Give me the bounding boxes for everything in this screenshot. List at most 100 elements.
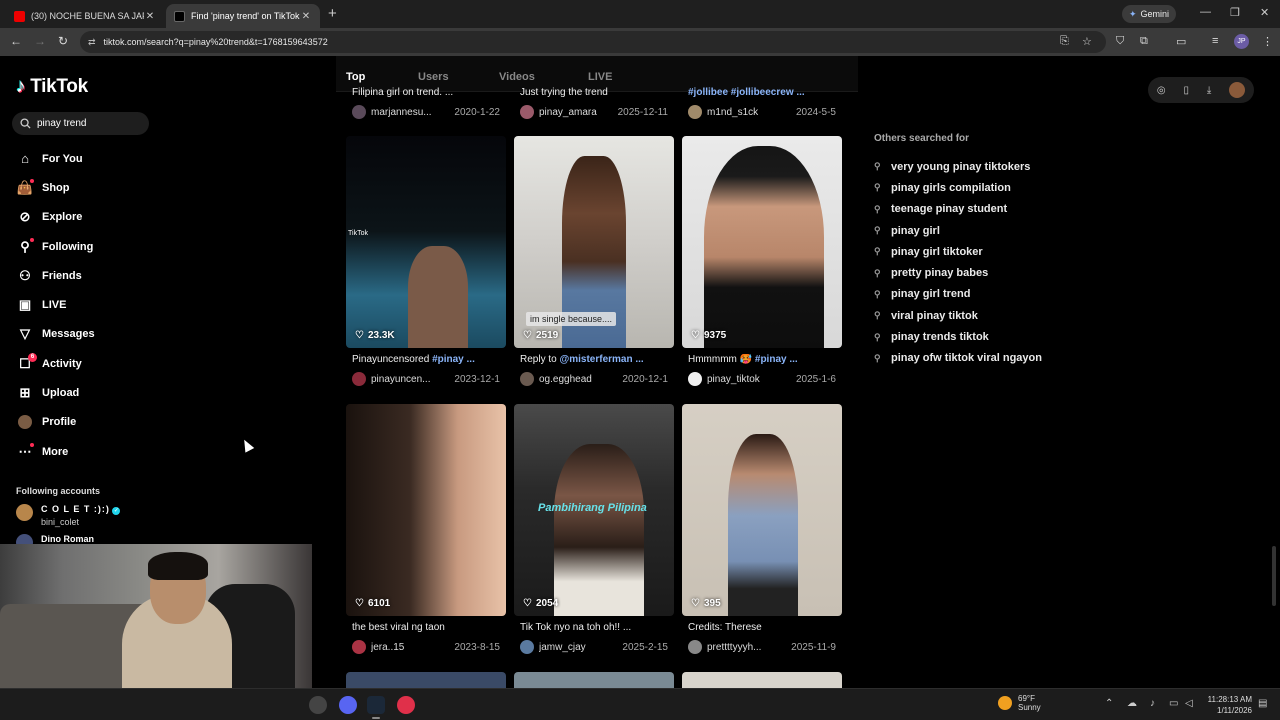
download-icon[interactable]: ⤓	[1207, 85, 1211, 96]
nav-explore[interactable]: ⊘ Explore	[16, 203, 95, 232]
hashtag-link[interactable]: #pinay ...	[432, 354, 475, 365]
nav-shop[interactable]: 👜 Shop	[16, 173, 95, 202]
close-tab-icon[interactable]: ✕	[300, 11, 312, 22]
tiktok-logo[interactable]: ♪ TikTok	[16, 76, 88, 98]
media-controls-icon[interactable]: ≡	[1212, 35, 1218, 47]
hashtag-link[interactable]: #pinay ...	[755, 354, 798, 365]
forward-icon[interactable]: →	[34, 34, 46, 48]
phone-icon[interactable]: ▯	[1183, 85, 1189, 96]
tab-live[interactable]: LIVE	[588, 71, 612, 83]
steam-icon[interactable]	[367, 696, 385, 719]
nav-profile[interactable]: Profile	[16, 408, 95, 437]
cast-icon[interactable]: ▭	[1176, 35, 1186, 48]
following-account[interactable]: C O L E T :):) ✓ bini_colet	[16, 504, 121, 527]
tab-label: Find 'pinay trend' on TikTok | Ti	[191, 11, 300, 21]
video-card[interactable]: ♡ 9375 Hmmmmm 🥵 #pinay ... pinay_tiktok 20…	[682, 136, 842, 386]
video-thumbnail-partial[interactable]	[514, 672, 674, 688]
discord-icon[interactable]	[339, 696, 357, 714]
related-search-item[interactable]: ⚲ pinay girls compilation	[874, 177, 1042, 198]
back-icon[interactable]: ←	[10, 34, 22, 48]
nav-messages[interactable]: ▽ Messages	[16, 320, 95, 349]
onedrive-icon[interactable]: ☁	[1127, 698, 1137, 709]
video-card-partial[interactable]: Just trying the trend pinay_amara 2025-12…	[514, 85, 674, 119]
tab-videos[interactable]: Videos	[499, 71, 535, 83]
tab-users[interactable]: Users	[418, 71, 449, 83]
nav-more[interactable]: ⋯ More	[16, 437, 95, 466]
video-thumbnail[interactable]: ♡ 9375	[682, 136, 842, 348]
gemini-button[interactable]: ✦ Gemini	[1122, 5, 1176, 23]
close-tab-icon[interactable]: ✕	[144, 11, 156, 22]
browser-tab-tiktok[interactable]: Find 'pinay trend' on TikTok | Ti ✕	[166, 4, 320, 28]
related-search-item[interactable]: ⚲ pinay ofw tiktok viral ngayon	[874, 348, 1042, 369]
video-username[interactable]: pinay_tiktok	[707, 374, 796, 385]
video-thumbnail[interactable]: im single because.... ♡ 2519	[514, 136, 674, 348]
related-search-item[interactable]: ⚲ viral pinay tiktok	[874, 305, 1042, 326]
nav-friends[interactable]: ⚇ Friends	[16, 261, 95, 290]
video-card[interactable]: TikTok ♡ 23.3K Pinayuncensored #pinay ...…	[346, 136, 506, 386]
video-thumbnail-partial[interactable]	[682, 672, 842, 688]
install-app-icon[interactable]: ⎘	[1060, 35, 1069, 48]
video-card[interactable]: im single because.... ♡ 2519 Reply to @mi…	[514, 136, 674, 386]
url-bar[interactable]: ⇄ tiktok.com/search?q=pinay%20trend&t=17…	[80, 31, 1106, 53]
video-thumbnail[interactable]: TikTok ♡ 23.3K	[346, 136, 506, 348]
video-card[interactable]: Pambihirang Pilipina ♡ 2054 Tik Tok nyo n…	[514, 404, 674, 654]
shield-extension-icon[interactable]: ⛉	[1116, 35, 1124, 48]
profile-avatar[interactable]: JP	[1234, 34, 1249, 49]
volume-icon[interactable]: ◁	[1185, 698, 1193, 709]
video-thumbnail[interactable]: ♡ 395	[682, 404, 842, 616]
coin-icon[interactable]: ◎	[1157, 85, 1166, 96]
video-username[interactable]: jamw_cjay	[539, 642, 622, 653]
related-search-item[interactable]: ⚲ pretty pinay babes	[874, 262, 1042, 283]
search-input[interactable]	[37, 118, 137, 129]
url-text[interactable]: tiktok.com/search?q=pinay%20trend&t=1768…	[104, 37, 328, 47]
others-searched-header: Others searched for	[874, 133, 970, 144]
extensions-puzzle-icon[interactable]: ⧉	[1140, 35, 1148, 48]
nav-for-you[interactable]: ⌂ For You	[16, 144, 95, 173]
weather-widget[interactable]: 69°F Sunny	[998, 694, 1041, 712]
video-card[interactable]: ♡ 6101 the best viral ng taon jera..15 202…	[346, 404, 506, 654]
related-search-item[interactable]: ⚲ pinay girl	[874, 220, 1042, 241]
bookmark-star-icon[interactable]: ☆	[1082, 35, 1092, 48]
video-username[interactable]: jera..15	[371, 642, 454, 653]
mention-link[interactable]: @misterferman ...	[559, 354, 643, 365]
video-username[interactable]: og.egghead	[539, 374, 622, 385]
related-search-item[interactable]: ⚲ pinay girl tiktoker	[874, 241, 1042, 262]
related-search-item[interactable]: ⚲ teenage pinay student	[874, 199, 1042, 220]
page-scrollbar[interactable]	[1272, 546, 1276, 606]
new-tab-button[interactable]: +	[328, 5, 337, 22]
user-avatar	[688, 105, 702, 119]
video-thumbnail[interactable]: ♡ 6101	[346, 404, 506, 616]
notification-bell-icon[interactable]: ▤	[1258, 698, 1267, 709]
obs-icon[interactable]	[309, 696, 327, 714]
restore-icon[interactable]: ❐	[1230, 6, 1240, 19]
browser-tab-youtube[interactable]: (30) NOCHE BUENA SA JAPAN ✕	[6, 4, 164, 28]
user-avatar[interactable]	[1229, 82, 1246, 98]
close-window-icon[interactable]: ✕	[1260, 6, 1269, 19]
nav-live[interactable]: ▣ LIVE	[16, 290, 95, 319]
video-card-partial[interactable]: #jollibee #jollibeecrew ... m1nd_s1ck 202…	[682, 85, 842, 119]
video-card-partial[interactable]: Filipina girl on trend. ... marjannesu..…	[346, 85, 506, 119]
video-thumbnail[interactable]: Pambihirang Pilipina ♡ 2054	[514, 404, 674, 616]
related-search-item[interactable]: ⚲ very young pinay tiktokers	[874, 156, 1042, 177]
video-thumbnail-partial[interactable]	[346, 672, 506, 688]
sun-icon	[998, 696, 1012, 710]
media-player-icon[interactable]	[397, 696, 415, 714]
system-clock[interactable]: 11:28:13 AM 1/11/2026	[1204, 694, 1252, 716]
nav-activity[interactable]: ☐ 6 Activity	[16, 349, 95, 378]
video-username[interactable]: pinayuncen...	[371, 374, 454, 385]
related-search-item[interactable]: ⚲ pinay trends tiktok	[874, 326, 1042, 347]
minimize-icon[interactable]: —	[1200, 6, 1211, 18]
video-username[interactable]: prettttyyyh...	[707, 642, 791, 653]
tray-chevron-icon[interactable]: ⌃	[1105, 698, 1113, 709]
site-info-icon[interactable]: ⇄	[88, 37, 96, 48]
kebab-menu-icon[interactable]: ⋮	[1262, 35, 1273, 48]
nav-upload[interactable]: ⊞ Upload	[16, 378, 95, 407]
search-box[interactable]	[12, 112, 149, 135]
network-icon[interactable]: ▭	[1169, 698, 1178, 709]
reload-icon[interactable]: ↻	[58, 34, 68, 48]
video-card[interactable]: ♡ 395 Credits: Therese prettttyyyh... 2025…	[682, 404, 842, 654]
microphone-icon[interactable]: ♪	[1150, 698, 1155, 709]
nav-following[interactable]: ⚲ Following	[16, 232, 95, 261]
tab-top[interactable]: Top	[346, 71, 365, 83]
related-search-item[interactable]: ⚲ pinay girl trend	[874, 284, 1042, 305]
